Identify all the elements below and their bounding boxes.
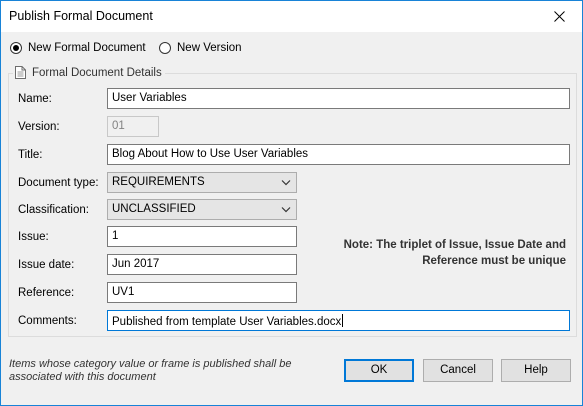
issue-input[interactable]: 1 — [107, 226, 297, 247]
ok-button[interactable]: OK — [344, 359, 414, 382]
uniqueness-note: Note: The triplet of Issue, Issue Date a… — [306, 237, 566, 269]
title-bar: Publish Formal Document — [1, 1, 582, 32]
document-icon — [15, 66, 26, 79]
chevron-down-icon — [281, 207, 291, 213]
comments-value: Published from template User Variables.d… — [112, 316, 342, 328]
radio-button-checked[interactable] — [10, 42, 22, 54]
name-input[interactable]: User Variables — [107, 88, 570, 109]
dialog-content: New Formal Document New Version Formal D… — [1, 32, 582, 405]
note-line-1: Note: The triplet of Issue, Issue Date a… — [343, 239, 566, 251]
chevron-down-icon — [281, 180, 291, 186]
window-title: Publish Formal Document — [9, 9, 153, 23]
title-input[interactable]: Blog About How to Use User Variables — [107, 144, 570, 165]
group-legend: Formal Document Details — [13, 66, 165, 79]
close-button[interactable] — [537, 1, 582, 31]
comments-label: Comments: — [18, 315, 77, 327]
version-input: 01 — [107, 116, 159, 137]
text-caret — [342, 314, 344, 327]
title-label: Title: — [18, 149, 43, 161]
group-title: Formal Document Details — [32, 66, 162, 79]
name-label: Name: — [18, 93, 52, 105]
document-type-select[interactable]: REQUIREMENTS — [107, 172, 297, 193]
issue-date-input[interactable]: Jun 2017 — [107, 254, 297, 275]
help-button[interactable]: Help — [501, 359, 571, 382]
footer-line-1: Items whose category value or frame is p… — [9, 358, 292, 370]
close-icon — [554, 10, 565, 22]
issue-label: Issue: — [18, 231, 49, 243]
radio-new-version[interactable]: New Version — [159, 42, 242, 54]
radio-label-new-formal-document: New Formal Document — [28, 42, 146, 54]
comments-input[interactable]: Published from template User Variables.d… — [107, 310, 570, 331]
document-type-value: REQUIREMENTS — [112, 176, 205, 188]
cancel-button[interactable]: Cancel — [423, 359, 493, 382]
reference-label: Reference: — [18, 287, 75, 299]
note-line-2: Reference must be unique — [422, 255, 566, 267]
reference-input[interactable]: UV1 — [107, 282, 297, 303]
document-type-label: Document type: — [18, 177, 99, 189]
classification-value: UNCLASSIFIED — [112, 203, 196, 215]
radio-new-formal-document[interactable]: New Formal Document — [10, 42, 146, 54]
classification-select[interactable]: UNCLASSIFIED — [107, 199, 297, 220]
radio-button-unchecked[interactable] — [159, 42, 171, 54]
version-label: Version: — [18, 121, 60, 133]
footer-info: Items whose category value or frame is p… — [9, 358, 309, 384]
issue-date-label: Issue date: — [18, 259, 75, 271]
classification-label: Classification: — [18, 204, 89, 216]
radio-label-new-version: New Version — [177, 42, 242, 54]
publish-dialog: Publish Formal Document New Formal Docum… — [0, 0, 583, 406]
footer-line-2: associated with this document — [9, 371, 156, 383]
